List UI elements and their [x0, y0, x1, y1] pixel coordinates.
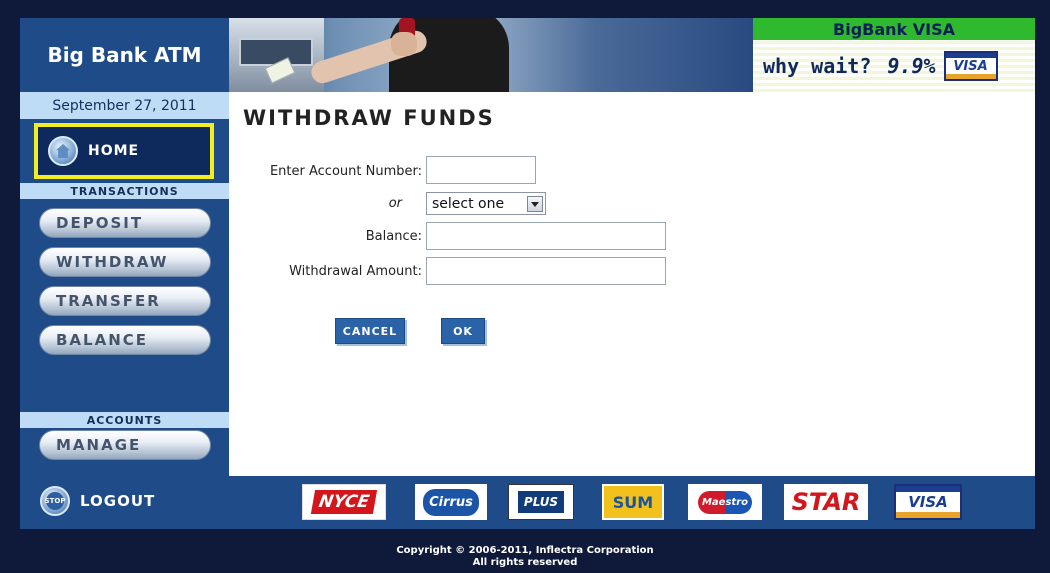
maestro-logo: Maestro: [688, 484, 762, 520]
deposit-button[interactable]: DEPOSIT: [39, 208, 211, 238]
withdrawal-amount-input[interactable]: [426, 257, 666, 285]
logout-button[interactable]: STOP LOGOUT: [40, 486, 155, 516]
or-label: or: [388, 196, 402, 211]
stop-icon: STOP: [40, 486, 70, 516]
current-date: September 27, 2011: [20, 92, 229, 119]
accounts-header: ACCOUNTS: [20, 412, 229, 428]
ad-tagline: why wait?: [763, 54, 872, 78]
app-title: Big Bank ATM: [20, 18, 229, 92]
home-button[interactable]: HOME: [34, 123, 214, 179]
manage-button[interactable]: MANAGE: [39, 430, 211, 460]
balance-field[interactable]: [426, 222, 666, 250]
account-number-label: Enter Account Number:: [269, 164, 422, 179]
logout-label: LOGOUT: [80, 492, 156, 510]
account-number-input[interactable]: [426, 156, 536, 184]
home-icon: [48, 136, 78, 166]
copyright-notice: Copyright © 2006-2011, Inflectra Corpora…: [0, 545, 1050, 569]
withdraw-button[interactable]: WITHDRAW: [39, 247, 211, 277]
ad-rate: 9.9%: [887, 54, 936, 78]
sidebar: September 27, 2011 HOME TRANSACTIONS DEP…: [20, 92, 229, 476]
account-select-dropdown[interactable]: select one: [426, 192, 546, 215]
chevron-down-icon[interactable]: [527, 196, 543, 212]
balance-label: Balance:: [365, 229, 422, 244]
main-panel: WITHDRAW FUNDS Enter Account Number: or …: [229, 92, 1035, 476]
footer-bar: STOP LOGOUT NYCE Cirrus PLUS SUM Maestro…: [20, 476, 1035, 529]
withdrawal-amount-label: Withdrawal Amount:: [289, 264, 422, 279]
sum-logo: SUM: [602, 484, 664, 520]
home-label: HOME: [88, 143, 140, 159]
cancel-button[interactable]: CANCEL: [335, 318, 405, 344]
ad-headline: BigBank VISA: [753, 18, 1035, 40]
nyce-logo: NYCE: [302, 484, 386, 520]
star-logo: STAR: [784, 484, 868, 520]
plus-logo: PLUS: [508, 484, 574, 520]
transactions-header: TRANSACTIONS: [20, 183, 229, 199]
rights-line: All rights reserved: [472, 557, 578, 568]
balance-button[interactable]: BALANCE: [39, 325, 211, 355]
page-title: WITHDRAW FUNDS: [243, 106, 495, 130]
visa-logo: VISA: [894, 484, 962, 520]
transfer-button[interactable]: TRANSFER: [39, 286, 211, 316]
cirrus-logo: Cirrus: [415, 484, 487, 520]
ok-button[interactable]: OK: [441, 318, 485, 344]
visa-card-icon: VISA: [943, 51, 998, 81]
copyright-line: Copyright © 2006-2011, Inflectra Corpora…: [396, 545, 654, 556]
account-select-value: select one: [432, 195, 505, 212]
visa-advertisement[interactable]: BigBank VISA why wait? 9.9% VISA: [753, 18, 1035, 92]
header-banner-photo: [229, 18, 753, 92]
